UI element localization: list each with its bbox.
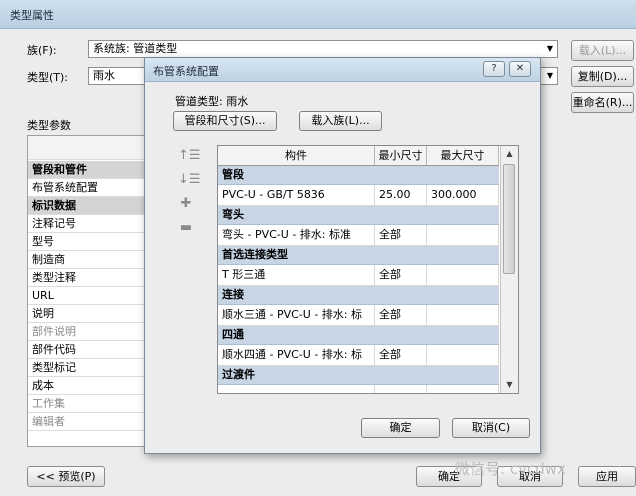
grid-section-row: 过渡件 — [218, 366, 499, 385]
grid-cell[interactable] — [427, 265, 499, 285]
grid-cell[interactable]: 25.00 — [375, 185, 427, 205]
grid-row[interactable]: PVC-U - GB/T 5836 25.00 300.000 — [218, 185, 499, 206]
grid-row[interactable]: 顺水四通 - PVC-U - 排水: 标全部 — [218, 345, 499, 366]
grid-section-row: 弯头 — [218, 206, 499, 225]
grid-cell[interactable]: 全部 — [375, 345, 427, 365]
move-down-icon[interactable]: ↓☰ — [178, 172, 201, 188]
dialog-ok-button[interactable]: 确定 — [361, 418, 440, 438]
column-header[interactable]: 构件 — [218, 146, 375, 165]
scroll-down-icon[interactable]: ▼ — [501, 377, 518, 393]
grid-row[interactable]: 弯头 - PVC-U - 排水: 标准 全部 — [218, 225, 499, 246]
remove-row-icon[interactable]: ▬ — [178, 220, 194, 236]
param-row[interactable]: 布管系统配置 — [28, 179, 148, 197]
apply-button[interactable]: 应用 — [578, 466, 636, 487]
title-bar: 类型属性 — [0, 0, 636, 29]
grid-cell[interactable] — [218, 385, 375, 393]
grid-section-row: 管段 — [218, 166, 499, 185]
grid-cell[interactable]: 300.000 — [427, 185, 499, 205]
param-row[interactable]: 类型标记 — [28, 359, 148, 377]
grid-cell[interactable] — [427, 225, 499, 245]
routing-grid: 构件 最小尺寸 最大尺寸 管段 PVC-U - GB/T 5836 25.00 300… — [217, 145, 519, 394]
grid-cell[interactable] — [427, 305, 499, 325]
grid-cell[interactable]: T 形三通 — [218, 265, 375, 285]
params-label: 类型参数 — [27, 119, 71, 132]
chevron-down-icon[interactable]: ▼ — [543, 41, 557, 57]
help-button[interactable]: ? — [483, 61, 505, 77]
grid-cell[interactable] — [375, 385, 427, 393]
dialog-title-bar: 布管系统配置 ? ✕ — [145, 58, 540, 82]
params-header — [28, 136, 148, 160]
grid-row[interactable] — [218, 385, 499, 393]
param-row[interactable]: 部件说明 — [28, 323, 148, 341]
preview-button[interactable]: << 预览(P) — [27, 466, 105, 487]
param-row[interactable]: URL — [28, 287, 148, 305]
dialog-title: 布管系统配置 — [153, 65, 219, 78]
family-value: 系统族: 管道类型 — [93, 42, 178, 55]
add-row-icon[interactable]: ✚ — [178, 196, 194, 212]
family-label: 族(F): — [27, 44, 57, 57]
watermark: 微信号: cvcdwx — [455, 460, 566, 478]
grid-section-row: 首选连接类型 — [218, 246, 499, 265]
param-row[interactable]: 制造商 — [28, 251, 148, 269]
window-title: 类型属性 — [10, 9, 54, 22]
param-row[interactable]: 说明 — [28, 305, 148, 323]
move-up-icon[interactable]: ↑☰ — [178, 148, 201, 164]
load-button[interactable]: 载入(L)... — [571, 40, 634, 61]
duplicate-button[interactable]: 复制(D)... — [571, 66, 634, 87]
scroll-up-icon[interactable]: ▲ — [501, 146, 518, 162]
param-row[interactable]: 成本 — [28, 377, 148, 395]
params-table: 管段和管件 布管系统配置 标识数据 注释记号 型号 制造商 类型注释 URL 说明 部件说明 部件代… — [27, 135, 149, 447]
grid-header: 构件 最小尺寸 最大尺寸 — [218, 146, 499, 166]
chevron-down-icon[interactable]: ▼ — [543, 68, 557, 84]
routing-preferences-dialog: 布管系统配置 ? ✕ 管道类型: 雨水 管段和尺寸(S)... 载入族(L)..… — [144, 57, 541, 454]
column-header[interactable]: 最小尺寸 — [375, 146, 427, 165]
param-group-row[interactable]: 标识数据 — [28, 197, 148, 215]
grid-cell[interactable]: 全部 — [375, 265, 427, 285]
pipe-type-label: 管道类型: 雨水 — [175, 95, 249, 108]
grid-cell[interactable]: 弯头 - PVC-U - 排水: 标准 — [218, 225, 375, 245]
grid-cell[interactable]: 全部 — [375, 305, 427, 325]
grid-cell[interactable]: 全部 — [375, 225, 427, 245]
grid-row[interactable]: 顺水三通 - PVC-U - 排水: 标全部 — [218, 305, 499, 326]
grid-cell[interactable] — [427, 345, 499, 365]
grid-section-row: 连接 — [218, 286, 499, 305]
dialog-cancel-button[interactable]: 取消(C) — [452, 418, 530, 438]
grid-cell[interactable]: 顺水三通 - PVC-U - 排水: 标 — [218, 305, 375, 325]
param-row[interactable]: 工作集 — [28, 395, 148, 413]
segments-sizes-button[interactable]: 管段和尺寸(S)... — [173, 111, 277, 131]
grid-row[interactable]: T 形三通 全部 — [218, 265, 499, 286]
grid-cell[interactable]: PVC-U - GB/T 5836 — [218, 185, 375, 205]
grid-cell[interactable] — [427, 385, 499, 393]
type-value: 雨水 — [93, 69, 115, 82]
family-dropdown[interactable]: 系统族: 管道类型 ▼ — [88, 40, 558, 58]
param-group-row[interactable]: 管段和管件 — [28, 161, 148, 179]
vertical-scrollbar[interactable]: ▲ ▼ — [500, 146, 518, 393]
param-row[interactable]: 部件代码 — [28, 341, 148, 359]
scroll-thumb[interactable] — [503, 164, 515, 274]
param-row[interactable]: 类型注释 — [28, 269, 148, 287]
grid-cell[interactable]: 顺水四通 - PVC-U - 排水: 标 — [218, 345, 375, 365]
rename-button[interactable]: 重命名(R)... — [571, 92, 634, 113]
column-header[interactable]: 最大尺寸 — [427, 146, 499, 165]
type-label: 类型(T): — [27, 71, 69, 84]
param-row[interactable]: 型号 — [28, 233, 148, 251]
param-row[interactable]: 注释记号 — [28, 215, 148, 233]
load-family-button[interactable]: 载入族(L)... — [299, 111, 382, 131]
close-button[interactable]: ✕ — [509, 61, 531, 77]
grid-section-row: 四通 — [218, 326, 499, 345]
param-row[interactable]: 编辑者 — [28, 413, 148, 431]
